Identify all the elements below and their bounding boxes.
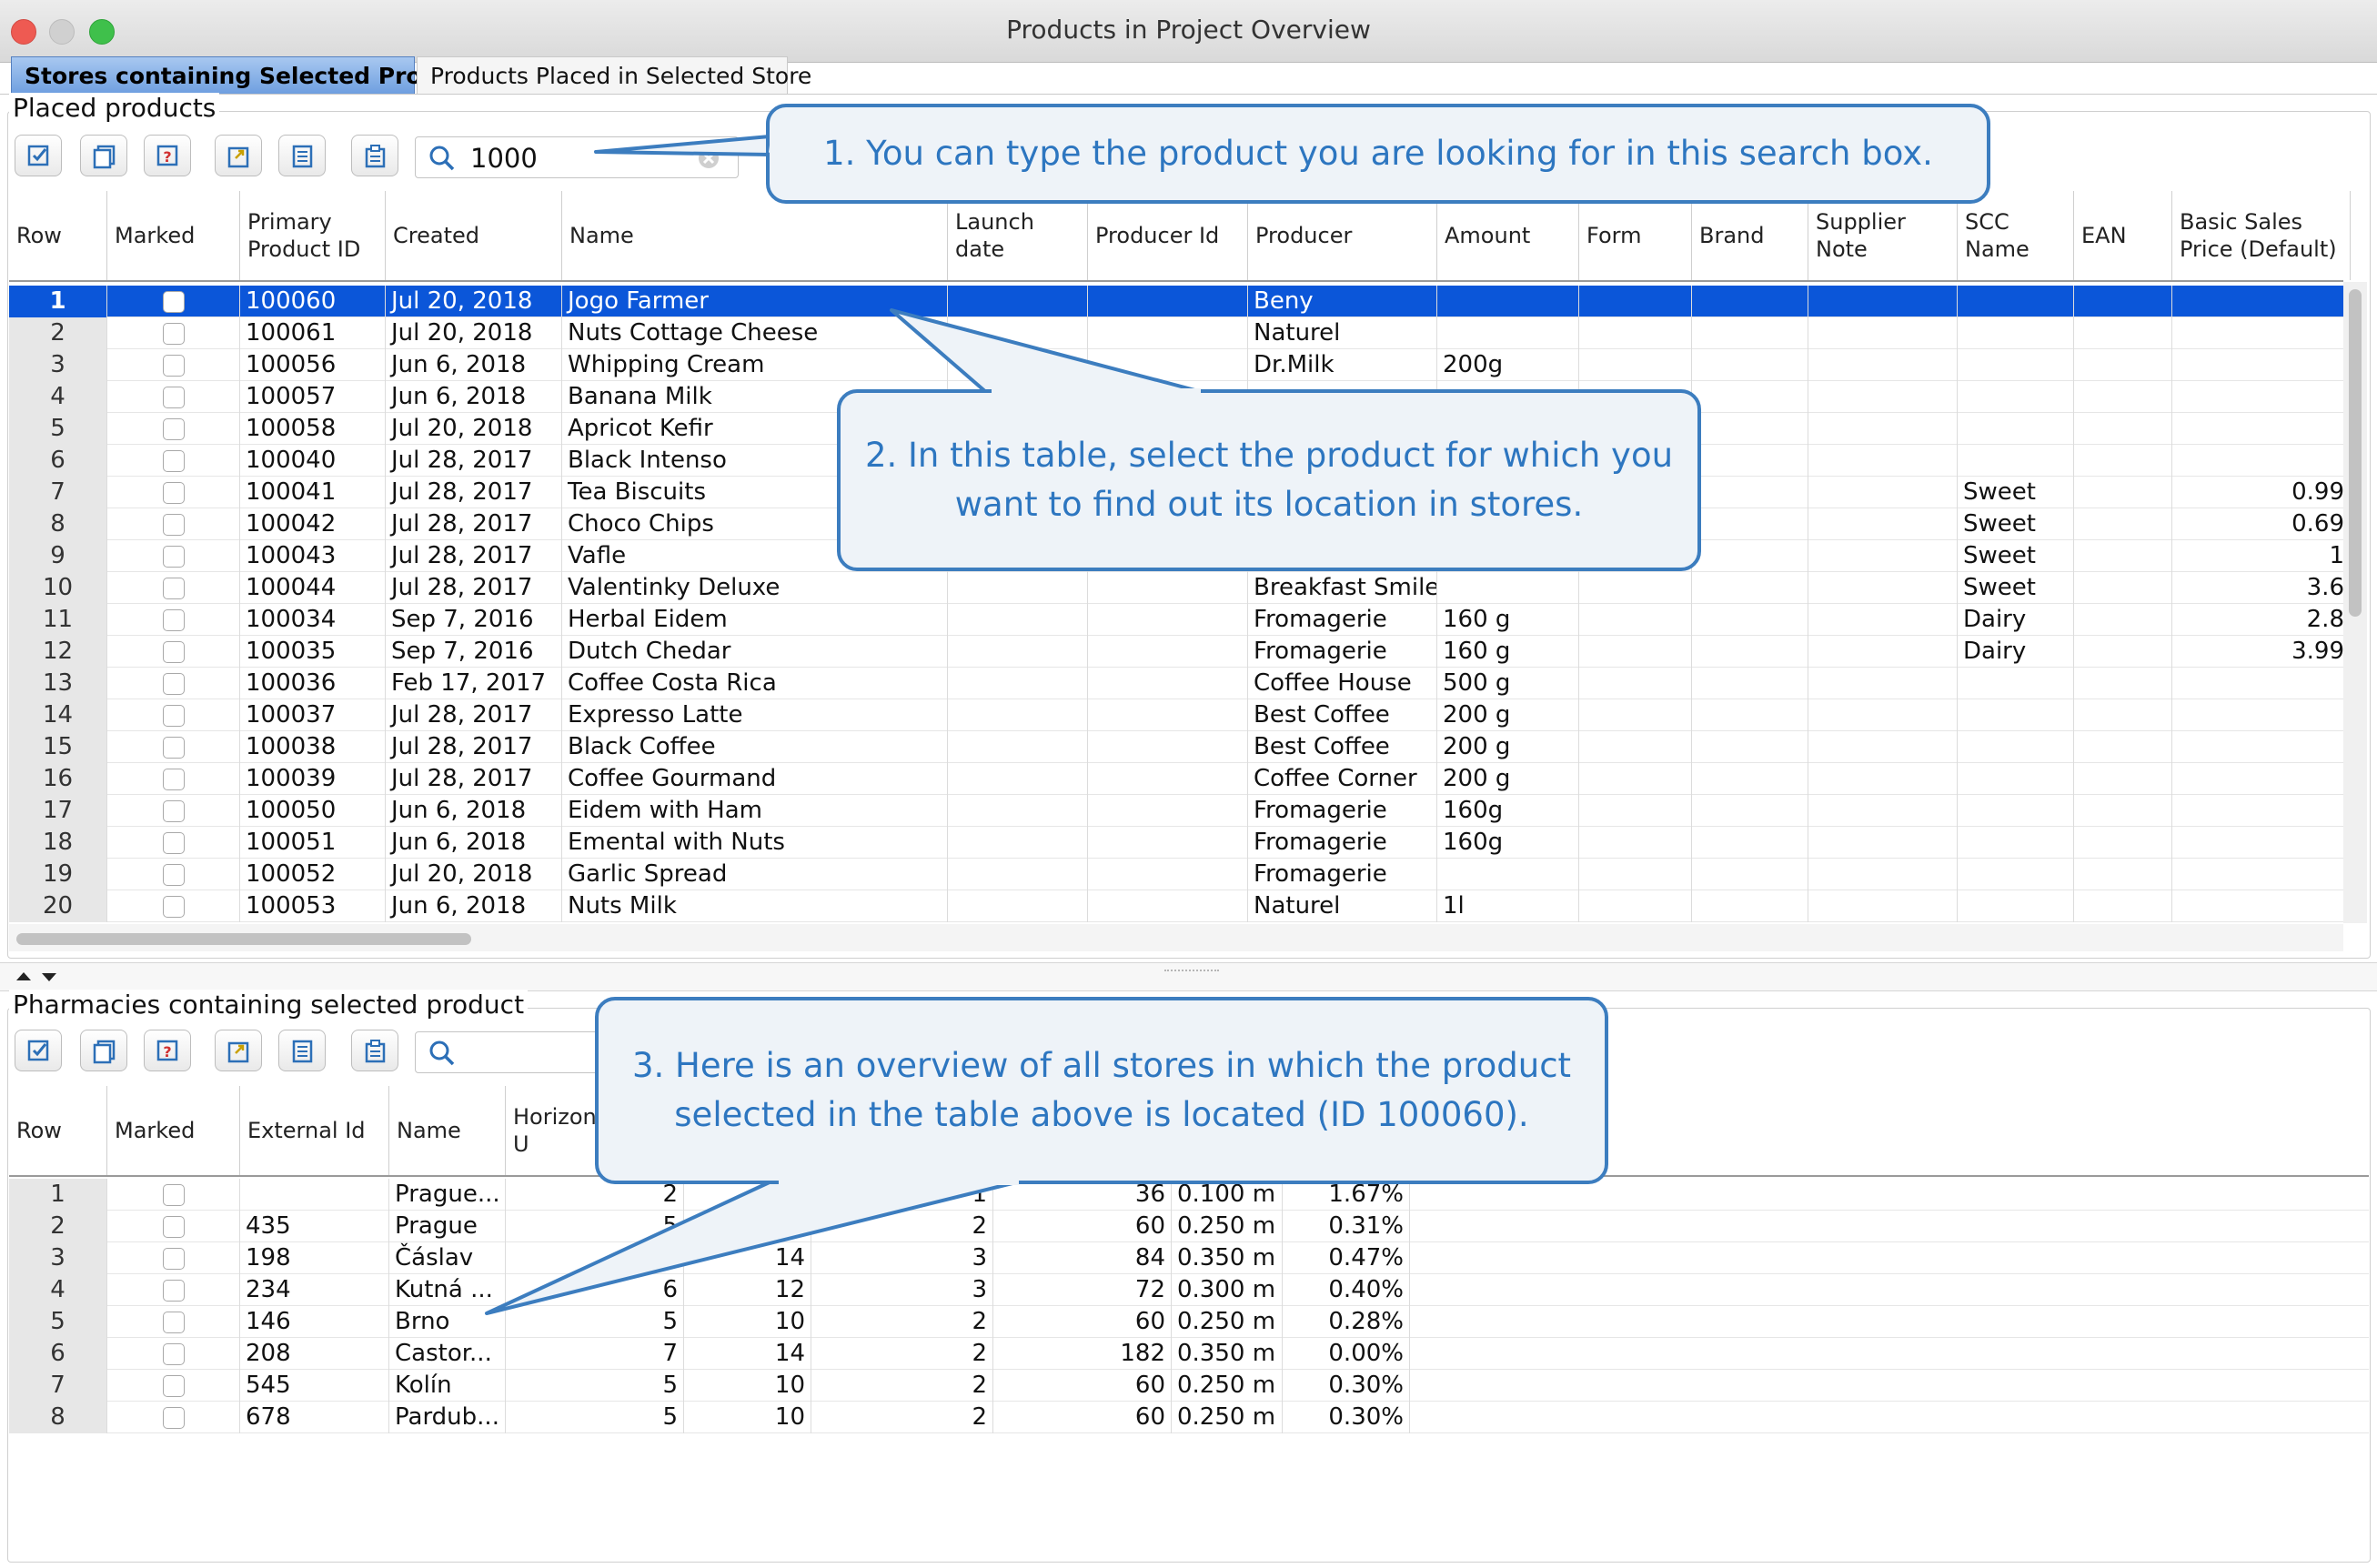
- callout-select-product-hint: 2. In this table, select the product for…: [837, 389, 1701, 571]
- callout-2-pointer: [890, 308, 1207, 395]
- callout-stores-overview-hint: 3. Here is an overview of all stores in …: [595, 997, 1608, 1184]
- callout-1-pointer: [594, 135, 771, 156]
- callout-search-hint: 1. You can type the product you are look…: [766, 104, 1990, 204]
- callout-pointers: [485, 135, 1207, 1315]
- callout-3-pointer: [485, 1179, 1025, 1315]
